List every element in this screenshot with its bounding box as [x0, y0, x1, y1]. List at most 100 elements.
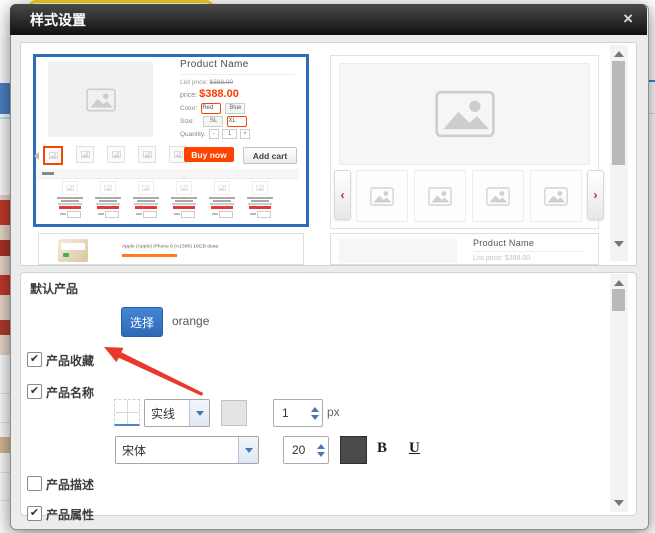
gallery-scrollbar-thumb[interactable] [612, 61, 625, 165]
price-placeholder [135, 206, 157, 209]
background-blue-block [0, 83, 10, 114]
text-placeholder [61, 200, 79, 202]
quantity-input-placeholder [136, 211, 157, 218]
checkbox-product-description[interactable] [27, 476, 42, 491]
image-icon [143, 151, 152, 158]
image-icon [428, 187, 452, 206]
list-price-label: List price: [180, 79, 208, 86]
form-scrollbar-thumb[interactable] [612, 289, 625, 311]
scroll-down-icon[interactable] [614, 500, 624, 506]
border-style-select[interactable]: 实线 [144, 399, 210, 427]
default-product-value: orange [172, 314, 209, 328]
scroll-up-icon[interactable] [614, 51, 624, 57]
preview-list-price: List price: $388.00 [180, 79, 233, 86]
text-placeholder [99, 200, 117, 202]
close-icon[interactable]: × [623, 10, 633, 28]
price-label: price: [180, 92, 197, 99]
font-color-swatch[interactable] [340, 436, 367, 464]
thumbnail-list [43, 146, 187, 165]
scroll-down-icon[interactable] [614, 241, 624, 247]
background-line [0, 393, 10, 394]
related-product-card [130, 181, 162, 218]
spinner-arrows-icon[interactable] [313, 437, 328, 463]
carousel-next-button: › [587, 170, 604, 220]
text-placeholder [137, 200, 155, 202]
preview-thumbnail [107, 146, 125, 163]
divider [473, 251, 585, 252]
border-sides-picker[interactable] [114, 399, 140, 426]
product-image-placeholder [48, 62, 153, 137]
iphone-product-photo [58, 239, 88, 262]
background-line [0, 422, 10, 423]
text-placeholder [210, 203, 234, 205]
image-icon [544, 187, 568, 206]
prev-arrow-icon [34, 152, 39, 160]
size-chip-sl: SL [203, 116, 223, 127]
choose-product-button[interactable]: 选择 [121, 307, 163, 337]
quantity-plus: + [240, 129, 250, 139]
text-placeholder [213, 200, 231, 202]
iphone-product-title: Apple (Apple) iPhone 6 (A1586) 16GB deep [122, 243, 174, 249]
buy-now-button: Buy now [184, 147, 234, 162]
image-icon [176, 181, 192, 195]
carousel-prev-button: ‹ [334, 170, 351, 220]
image-icon [100, 181, 116, 195]
bold-button[interactable]: B [377, 440, 387, 457]
font-family-select[interactable]: 宋体 [115, 436, 259, 464]
image-icon [174, 151, 183, 158]
text-placeholder [42, 172, 54, 175]
preview-color-row: Color: Red Blue [180, 103, 245, 114]
checkbox-product-attributes[interactable]: ✔ [27, 506, 42, 521]
related-product-card [168, 181, 200, 218]
background-line [0, 472, 10, 473]
checkbox-product-name[interactable]: ✔ [27, 384, 42, 399]
carousel-row: ‹ › [334, 170, 593, 220]
background-blue-line [0, 117, 10, 119]
image-icon [49, 152, 58, 159]
checkbox-label-product-attributes: 产品属性 [46, 506, 94, 523]
background-promo-red [0, 320, 10, 335]
screen: { "modal": { "title": "样式设置", "close_ico… [0, 0, 655, 533]
background-promo-red [0, 275, 10, 295]
related-products-header [37, 169, 299, 179]
font-size-spinner[interactable]: 20 [283, 436, 329, 464]
related-product-card [206, 181, 238, 218]
image-icon [62, 181, 78, 195]
text-placeholder [175, 200, 193, 202]
preview-price: price: $388.00 [180, 88, 239, 100]
checkbox-product-favorite[interactable]: ✔ [27, 352, 42, 367]
add-cart-button: Add cart [243, 147, 297, 164]
border-style-value: 实线 [145, 405, 189, 422]
color-chip-blue: Blue [225, 103, 245, 114]
carousel-thumbnail [530, 170, 582, 222]
text-placeholder [251, 200, 269, 202]
quantity-input-placeholder [250, 211, 271, 218]
image-icon [112, 151, 121, 158]
checkbox-label-product-favorite: 产品收藏 [46, 352, 94, 369]
image-icon [86, 88, 116, 112]
quantity-input-placeholder [98, 211, 119, 218]
background-line [0, 500, 10, 501]
text-placeholder [96, 203, 120, 205]
quantity-input-placeholder [174, 211, 195, 218]
scroll-up-icon[interactable] [614, 280, 624, 286]
border-color-swatch[interactable] [221, 400, 247, 426]
color-label: Color: [180, 105, 197, 112]
price-placeholder [249, 206, 271, 209]
border-width-spinner[interactable]: 1 [273, 399, 323, 427]
chevron-down-icon [189, 400, 209, 426]
background-icon [0, 437, 10, 453]
underline-button[interactable]: U [409, 440, 420, 457]
background-promo-red [0, 240, 10, 256]
image-icon [434, 90, 496, 138]
price-placeholder [211, 206, 233, 209]
text-placeholder [248, 203, 272, 205]
image-icon [252, 181, 268, 195]
font-family-value: 宋体 [116, 442, 238, 459]
spinner-arrows-icon[interactable] [307, 400, 322, 426]
price-placeholder [173, 206, 195, 209]
quantity-input-placeholder [60, 211, 81, 218]
dialog-title: 样式设置 [30, 10, 86, 30]
orange-price-line-placeholder [122, 254, 177, 257]
background-promo-red [0, 200, 10, 225]
